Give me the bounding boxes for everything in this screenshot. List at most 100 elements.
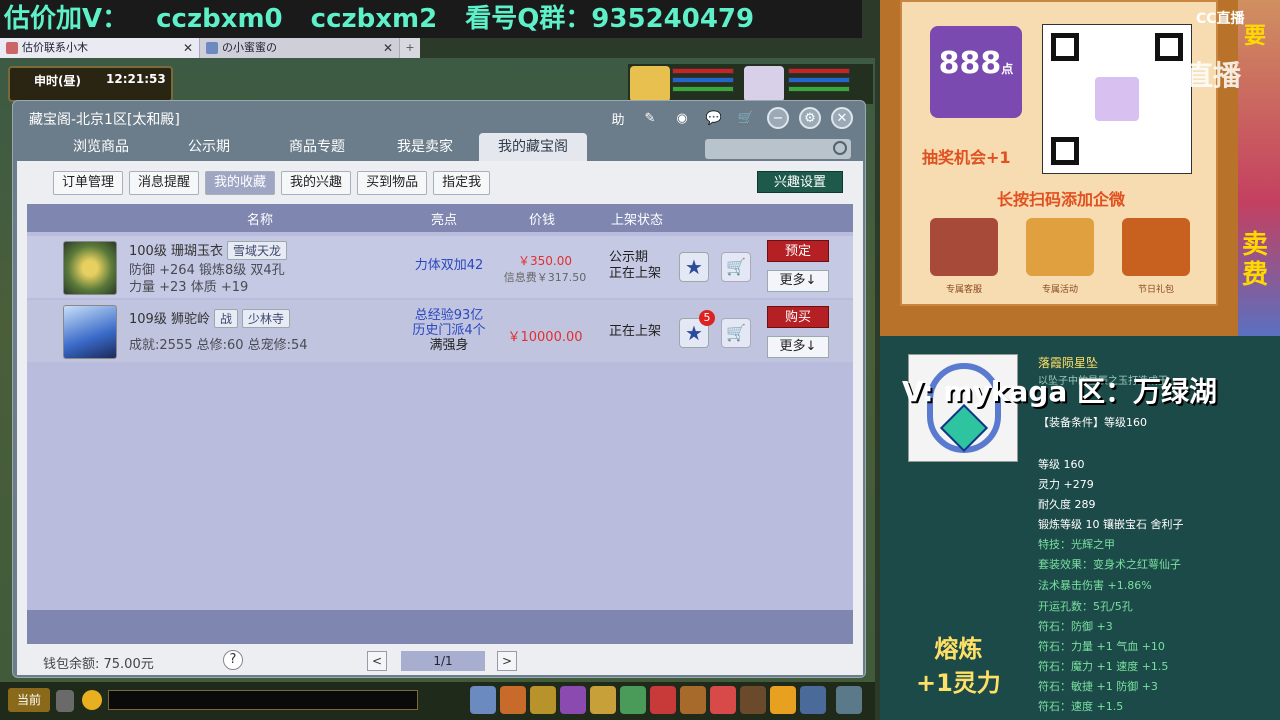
search-input[interactable] — [705, 139, 851, 159]
scroll-icon[interactable] — [590, 686, 616, 714]
favorite-star-icon[interactable]: ★ — [679, 252, 709, 282]
status-listing: 正在上架 — [609, 324, 662, 339]
subtab-orders[interactable]: 订单管理 — [53, 171, 124, 195]
browser-tab-2[interactable]: の小蜜蜜の ✕ — [200, 38, 400, 58]
item-price: ￥10000.00 — [507, 330, 583, 345]
buy-button[interactable]: 购买 — [767, 306, 829, 328]
add-cart-icon[interactable]: 🛒 — [721, 318, 751, 348]
tab-public[interactable]: 公示期 — [155, 133, 263, 161]
status-listing: 正在上架 — [609, 266, 662, 281]
tab-topics[interactable]: 商品专题 — [263, 133, 371, 161]
subtab-designated[interactable]: 指定我 — [433, 171, 491, 195]
side-sell-text: 卖费 — [1242, 230, 1268, 290]
tab-seller[interactable]: 我是卖家 — [371, 133, 479, 161]
friends-icon[interactable] — [740, 686, 766, 714]
tab-browse[interactable]: 浏览商品 — [47, 133, 155, 161]
more-button[interactable]: 更多↓ — [767, 270, 829, 292]
window-footer: 钱包余额: 75.00元 ? < 1/1 > — [17, 647, 863, 675]
skill-icon[interactable] — [470, 686, 496, 714]
close-tab-icon[interactable]: ✕ — [183, 38, 193, 58]
chat-icon[interactable]: 💬 — [703, 107, 725, 129]
table-row[interactable]: 100级 珊瑚玉衣 雪域天龙 防御 +264 锻炼8级 双4孔 力量 +23 体质… — [27, 236, 853, 298]
game-clock: 申时(昼) 12:21:53 — [8, 66, 173, 102]
subtab-favorites[interactable]: 我的收藏 — [205, 171, 276, 195]
prev-page-button[interactable]: < — [367, 651, 387, 671]
search-icon[interactable] — [833, 141, 847, 155]
player-portrait-icon[interactable] — [744, 66, 784, 102]
pencil-icon[interactable]: ✎ — [639, 107, 661, 129]
pet-portrait-icon[interactable] — [630, 66, 670, 102]
item-requirement: 【装备条件】等级160 — [1038, 416, 1147, 429]
game-clock-value: 12:21:53 — [106, 72, 166, 86]
pet-icon[interactable] — [620, 686, 646, 714]
browser-tab-label: の小蜜蜜の — [222, 41, 277, 54]
item-stat: 开运孔数：5孔/5孔 — [1038, 600, 1133, 613]
qr-code — [1042, 24, 1192, 174]
quest-icon[interactable] — [680, 686, 706, 714]
lottery-text: 抽奖机会+1 — [922, 148, 1011, 167]
item-title: 109级 狮驼岭 — [129, 312, 210, 327]
favorite-count-badge: 5 — [699, 310, 715, 326]
item-price: ￥350.00 — [518, 254, 572, 268]
server-tag: 少林寺 — [241, 309, 290, 328]
settings-icon[interactable]: ⚙ — [799, 107, 821, 129]
item-stat: 灵力 +279 — [1038, 478, 1094, 491]
item-name: 落霞陨星坠 — [1038, 356, 1099, 370]
add-cart-icon[interactable]: 🛒 — [721, 252, 751, 282]
gift-icon[interactable] — [530, 686, 556, 714]
cc-live-logo: CC直播 — [1196, 11, 1245, 27]
chat-input[interactable] — [108, 690, 418, 710]
character-portrait[interactable] — [63, 305, 117, 359]
emoji-icon[interactable] — [82, 690, 102, 710]
item-highlight: 力体双加42 — [414, 258, 484, 273]
help-icon[interactable]: ? — [223, 650, 243, 670]
points-number: 888 — [938, 46, 1002, 81]
subtab-interests[interactable]: 我的兴趣 — [281, 171, 352, 195]
content-panel: 订单管理 消息提醒 我的收藏 我的兴趣 买到物品 指定我 兴趣设置 名称 亮点 … — [17, 161, 863, 675]
item-stats-line: 成就:2555 总修:60 总宠修:54 — [129, 338, 308, 353]
banner-contact: 估价加V： — [4, 4, 129, 34]
browser-tab-1[interactable]: 估价联系小木 ✕ — [0, 38, 200, 58]
interest-settings-button[interactable]: 兴趣设置 — [757, 171, 843, 193]
bag-icon[interactable] — [500, 686, 526, 714]
mic-icon[interactable] — [56, 690, 74, 712]
points-unit: 点 — [1001, 62, 1014, 76]
next-page-button[interactable]: > — [497, 651, 517, 671]
item-stat: 符石：速度 +1.5 — [1038, 700, 1124, 713]
subtab-purchased[interactable]: 买到物品 — [357, 171, 428, 195]
header-price: 价钱 — [529, 213, 556, 228]
reserve-button[interactable]: 预定 — [767, 240, 829, 262]
seller-contact-overlay: V: mykaga 区：万绿湖 — [902, 375, 1217, 408]
team-icon[interactable] — [560, 686, 586, 714]
peach-icon[interactable] — [710, 686, 736, 714]
tab-my-pavilion[interactable]: 我的藏宝阁 — [479, 133, 587, 161]
page-indicator: 1/1 — [401, 651, 485, 671]
new-tab-icon[interactable]: + — [400, 38, 420, 58]
gift-box-icon — [1122, 218, 1190, 276]
close-tab-icon[interactable]: ✕ — [383, 38, 393, 58]
smelt-line: 熔炼 — [934, 635, 983, 663]
cc-live-watermark: CC直播 — [1144, 59, 1242, 92]
shop-icon[interactable] — [650, 686, 676, 714]
more-button[interactable]: 更多↓ — [767, 336, 829, 358]
subtab-messages[interactable]: 消息提醒 — [129, 171, 200, 195]
item-stat: 套装效果：变身术之红萼仙子 — [1038, 558, 1181, 571]
wallet-balance: 钱包余额: 75.00元 — [43, 657, 154, 672]
settings-icon[interactable] — [836, 686, 862, 714]
face-icon[interactable] — [770, 686, 796, 714]
tab-favicon-icon — [206, 42, 218, 54]
item-stat: 特技：光辉之甲 — [1038, 538, 1115, 551]
armor-thumbnail[interactable] — [63, 241, 117, 295]
channel-current-button[interactable]: 当前 — [8, 688, 50, 712]
cart-icon[interactable]: 🛒 — [735, 107, 757, 129]
system-icon[interactable] — [800, 686, 826, 714]
side-sell-char: 费 — [1242, 260, 1269, 290]
record-icon[interactable]: ◉ — [671, 107, 693, 129]
party-status — [628, 64, 873, 104]
item-highlight: 总经验93亿 — [414, 308, 484, 323]
close-icon[interactable]: ✕ — [831, 107, 853, 129]
minimize-icon[interactable]: − — [767, 107, 789, 129]
help-icon[interactable]: 助 — [607, 107, 629, 129]
table-row[interactable]: 109级 狮驼岭战少林寺 成就:2555 总修:60 总宠修:54 总经验93亿… — [27, 300, 853, 362]
item-highlight: 满强身 — [429, 338, 469, 353]
